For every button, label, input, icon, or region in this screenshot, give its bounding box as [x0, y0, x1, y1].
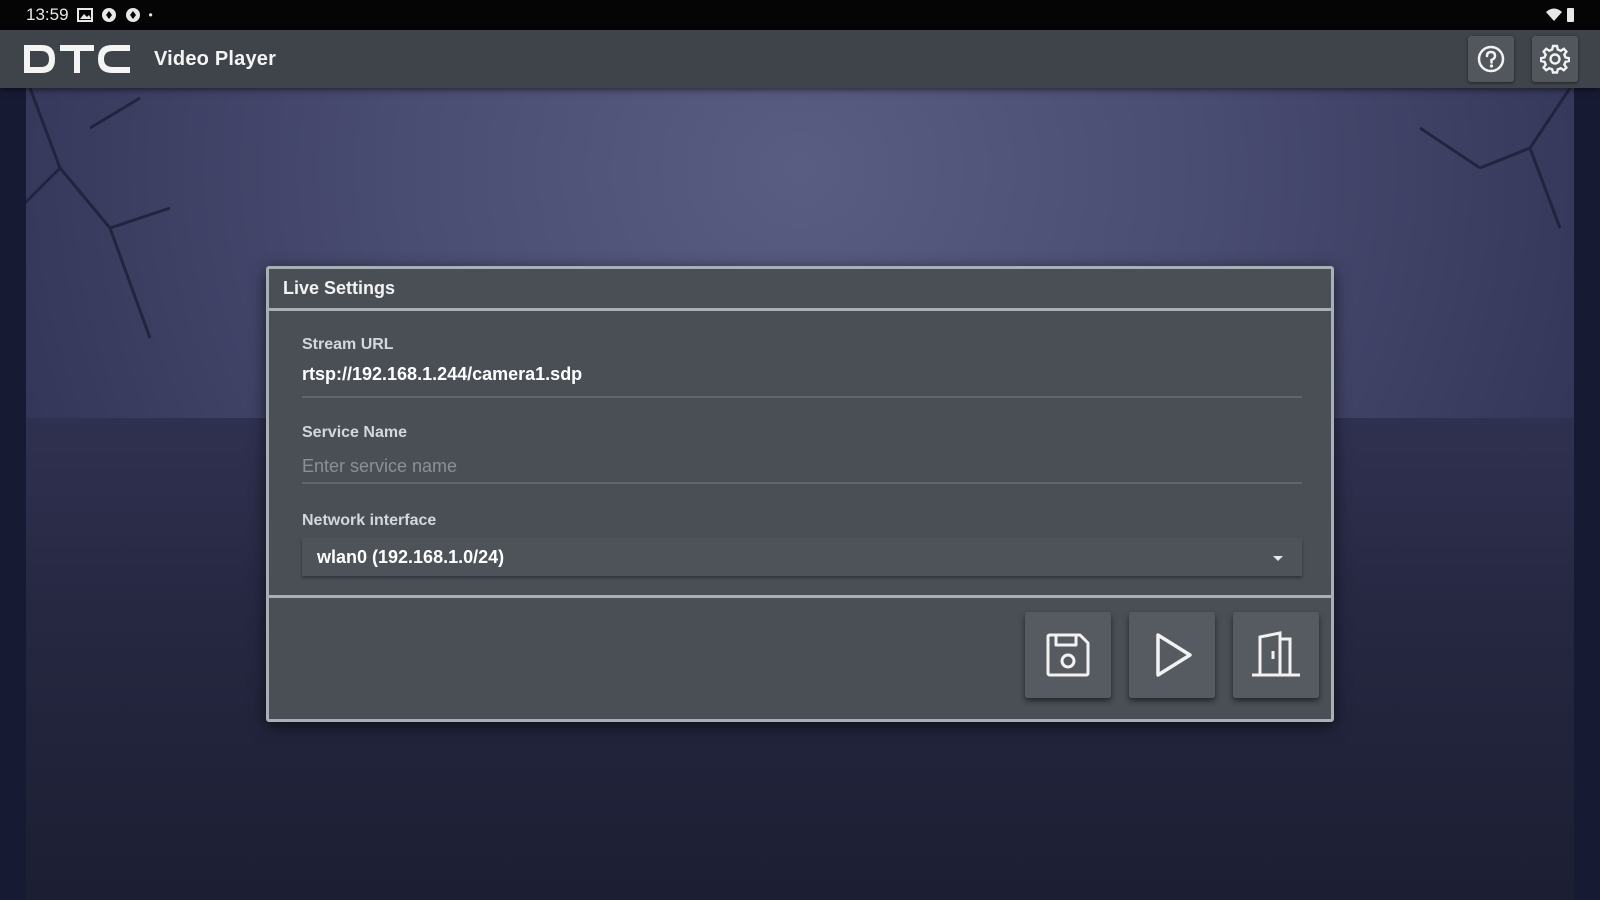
dtc-logo	[22, 30, 132, 88]
settings-icon	[1540, 44, 1570, 74]
service-name-field: Service Name	[302, 424, 1302, 484]
service-name-label: Service Name	[302, 424, 407, 441]
vpn-icon	[101, 7, 117, 23]
app-title: Video Player	[154, 47, 277, 70]
status-left: 13:59 •	[26, 5, 153, 25]
save-icon	[1046, 633, 1090, 677]
background-edge-left	[0, 88, 26, 900]
app-bar: Video Player	[0, 30, 1600, 88]
background-edge-right	[1574, 88, 1600, 900]
status-right	[1545, 7, 1574, 23]
play-icon	[1156, 633, 1192, 677]
live-settings-dialog: Live Settings Stream URL rtsp://192.168.…	[266, 266, 1334, 722]
stream-url-label: Stream URL	[302, 336, 394, 353]
network-interface-value: wlan0 (192.168.1.0/24)	[317, 546, 505, 567]
help-icon	[1477, 45, 1505, 73]
settings-button[interactable]	[1532, 36, 1578, 82]
dialog-title: Live Settings	[269, 269, 1331, 311]
dot-icon: •	[148, 8, 153, 22]
exit-door-icon	[1252, 631, 1300, 677]
service-name-input[interactable]	[302, 450, 1302, 484]
dialog-body: Stream URL rtsp://192.168.1.244/camera1.…	[269, 311, 1331, 598]
app-actions	[1468, 36, 1578, 82]
stream-url-input[interactable]: rtsp://192.168.1.244/camera1.sdp	[302, 364, 1302, 398]
play-button[interactable]	[1129, 612, 1215, 698]
network-interface-field: Network interface wlan0 (192.168.1.0/24)	[302, 512, 1302, 576]
battery-icon	[1567, 8, 1574, 22]
help-button[interactable]	[1468, 36, 1514, 82]
status-time: 13:59	[26, 5, 69, 24]
save-button[interactable]	[1025, 612, 1111, 698]
status-bar: 13:59 •	[0, 0, 1600, 30]
dropdown-caret-icon	[1272, 547, 1284, 568]
dialog-footer	[269, 598, 1331, 716]
stream-url-field: Stream URL rtsp://192.168.1.244/camera1.…	[302, 336, 1302, 398]
network-interface-select[interactable]: wlan0 (192.168.1.0/24)	[302, 538, 1302, 576]
wifi-icon	[1545, 7, 1562, 23]
vpn-icon	[125, 7, 141, 23]
exit-button[interactable]	[1233, 612, 1319, 698]
image-icon	[76, 7, 93, 23]
dtc-logo-mark	[24, 45, 130, 73]
network-interface-label: Network interface	[302, 512, 437, 529]
